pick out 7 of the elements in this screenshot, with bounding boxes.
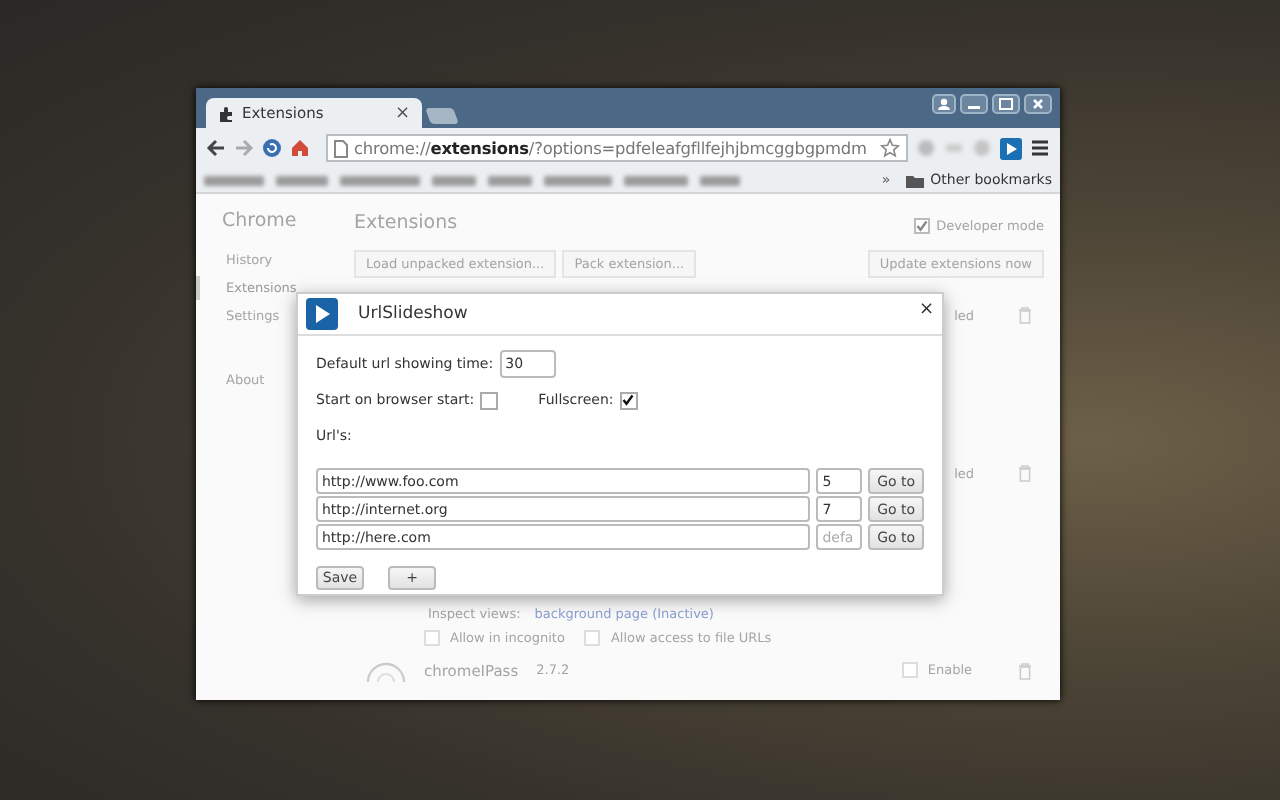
chrome-heading: Chrome: [220, 210, 299, 232]
address-bar[interactable]: chrome://extensions/?options=pdfeleafgfllfejhjbmcggbgpmdm: [326, 134, 908, 162]
close-button[interactable]: ×: [918, 300, 934, 320]
page-title: Extensions: [354, 211, 458, 233]
close-icon[interactable]: ×: [394, 103, 410, 123]
url-text: chrome://extensions/?options=pdfeleafgfllfejhjbmcggbgpmdm: [354, 138, 869, 158]
dialog-title: UrlSlideshow: [358, 304, 470, 324]
